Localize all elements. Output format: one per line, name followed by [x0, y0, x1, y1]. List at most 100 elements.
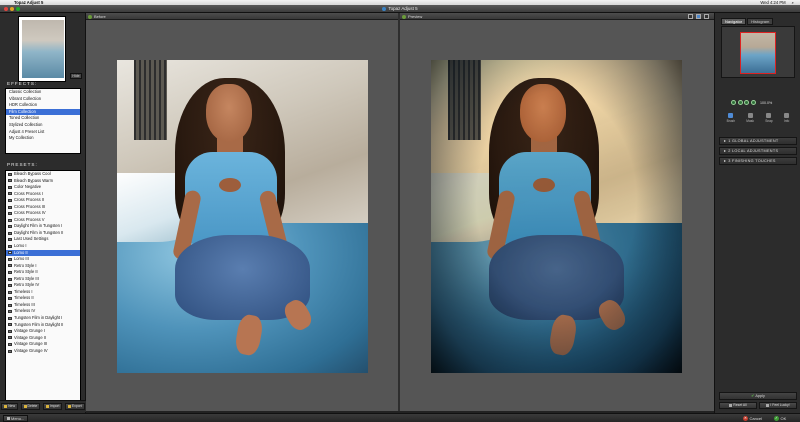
reset-all-button[interactable]: Reset All — [719, 402, 757, 409]
zoom-fit-icon[interactable] — [744, 100, 749, 105]
thumbnail-photo — [22, 20, 64, 78]
export-preset-button[interactable]: Export — [64, 403, 85, 410]
ok-icon: ✓ — [774, 416, 779, 421]
collection-item[interactable]: Stylized Collection — [6, 122, 80, 129]
feel-lucky-label: I Feel Lucky! — [770, 403, 790, 407]
window-title-text: Topaz Adjust 5 — [388, 6, 418, 11]
preset-item[interactable]: Vintage Grunge IV — [6, 348, 80, 355]
tab-navigator[interactable]: Navigator — [721, 18, 747, 25]
preset-icon — [8, 231, 12, 235]
preset-icon — [8, 192, 12, 196]
preset-thumbnail — [18, 16, 66, 82]
mask-label: Mask — [746, 119, 754, 123]
finishing-touches-button[interactable]: ▸ 3 FINISHING TOUCHES — [719, 157, 797, 165]
left-panel: Hide EFFECTS: Classic Collection Vibrant … — [0, 13, 86, 413]
collection-item[interactable]: Film Collection — [6, 108, 80, 116]
preset-icon — [8, 205, 12, 209]
mask-tool[interactable]: Mask — [746, 113, 754, 123]
apply-label: Apply — [755, 394, 765, 398]
preset-icon — [8, 251, 12, 255]
app-window: Topaz Adjust 5 Wed 4:24 PM ⌕ Topaz Adjus… — [0, 0, 800, 422]
canvas-area: Before Preview — [86, 13, 714, 413]
preset-icon — [8, 349, 12, 353]
menu-button[interactable]: Menu... — [3, 415, 29, 422]
preset-icon — [8, 257, 12, 261]
wrench-icon — [7, 417, 10, 420]
before-image[interactable] — [117, 60, 368, 373]
collection-item[interactable]: HDR Collection — [6, 102, 80, 109]
preset-icon — [8, 310, 12, 314]
ok-button[interactable]: ✓ OK — [774, 415, 786, 422]
cancel-icon: ✕ — [743, 416, 748, 421]
global-adjustment-label: 1 GLOBAL ADJUSTMENT — [728, 139, 779, 143]
dice-icon — [766, 404, 770, 407]
preset-label: Vintage Grunge IV — [14, 347, 48, 353]
zoom-out-icon[interactable] — [737, 100, 743, 105]
info-label: Info — [784, 119, 790, 123]
navigator-thumbnail[interactable] — [740, 32, 776, 74]
preset-icon — [8, 198, 12, 202]
collection-item[interactable]: My Collection — [6, 135, 80, 142]
preview-photo — [431, 60, 682, 373]
preview-pane[interactable]: Preview — [400, 13, 714, 411]
import-preset-button[interactable]: Import — [42, 403, 63, 410]
collection-item[interactable]: Toned Collection — [6, 115, 80, 122]
new-label: New — [8, 404, 16, 408]
preview-header: Preview — [400, 13, 714, 20]
preset-icon — [8, 270, 12, 274]
before-photo — [117, 60, 368, 373]
check-icon: ✔ — [751, 394, 755, 398]
preset-icon — [8, 238, 12, 242]
collection-item[interactable]: Vibrant Collection — [6, 96, 80, 103]
tab-histogram[interactable]: Histogram — [747, 18, 774, 25]
export-icon — [67, 405, 71, 408]
topaz-logo-icon — [382, 7, 387, 11]
hide-button[interactable]: Hide — [70, 73, 82, 79]
preset-icon — [8, 277, 12, 281]
snap-tool[interactable]: Snap — [765, 113, 773, 123]
export-label: Export — [71, 404, 82, 408]
reset-row: Reset All I Feel Lucky! — [719, 402, 797, 409]
new-preset-button[interactable]: New — [1, 403, 19, 410]
zoom-value: 100.0% — [760, 100, 773, 105]
brush-tool[interactable]: Brush — [727, 113, 735, 123]
presets-list[interactable]: Bleach Bypass Cool Bleach Bypass Warm Colo… — [5, 170, 81, 403]
before-pane[interactable]: Before — [86, 13, 398, 411]
collection-item[interactable]: Classic Collection — [6, 89, 80, 96]
dual-view-icon[interactable] — [704, 14, 709, 19]
global-adjustment-button[interactable]: ▸ 1 GLOBAL ADJUSTMENT — [719, 137, 797, 145]
chevron-right-icon: ▸ — [724, 149, 727, 153]
view-mode-buttons — [688, 14, 709, 19]
reset-all-label: Reset All — [733, 403, 747, 407]
tool-row: Brush Mask Snap Info — [721, 113, 795, 123]
collections-list[interactable]: Classic Collection Vibrant Collection HDR … — [5, 88, 81, 154]
split-view-icon[interactable] — [696, 14, 701, 19]
before-status-icon — [88, 14, 92, 19]
apply-button[interactable]: ✔Apply — [719, 392, 797, 400]
zoom-in-icon[interactable] — [731, 100, 736, 105]
local-adjustments-button[interactable]: ▸ 2 LOCAL ADJUSTMENTS — [719, 147, 797, 155]
right-panel: Navigator Histogram 100.0% Brush Mask Sn… — [714, 13, 800, 413]
delete-icon — [23, 405, 27, 408]
preview-image[interactable] — [431, 60, 682, 373]
window-title-bar: Topaz Adjust 5 — [0, 5, 800, 13]
delete-preset-button[interactable]: Delete — [20, 403, 41, 410]
zoom-actual-icon[interactable] — [750, 100, 756, 105]
cancel-button[interactable]: ✕ Cancel — [743, 415, 762, 422]
delete-label: Delete — [27, 404, 38, 408]
preset-icon — [8, 336, 12, 340]
collection-item[interactable]: Adjust 4 Preset List — [6, 129, 80, 136]
single-view-icon[interactable] — [688, 14, 693, 19]
effects-heading: EFFECTS: — [7, 81, 38, 86]
feel-lucky-button[interactable]: I Feel Lucky! — [759, 402, 797, 409]
bottom-bar: Menu... ✕ Cancel ✓ OK — [0, 413, 800, 422]
info-tool[interactable]: Info — [784, 113, 789, 123]
preset-icon — [8, 179, 12, 183]
photo-cutout — [219, 178, 241, 192]
chevron-right-icon: ▸ — [724, 159, 727, 163]
photo-door — [134, 60, 167, 140]
preset-icon — [8, 316, 12, 320]
preset-icon — [8, 297, 12, 301]
navigator-tabs: Navigator Histogram — [721, 18, 774, 25]
chevron-right-icon: ▸ — [724, 139, 727, 143]
